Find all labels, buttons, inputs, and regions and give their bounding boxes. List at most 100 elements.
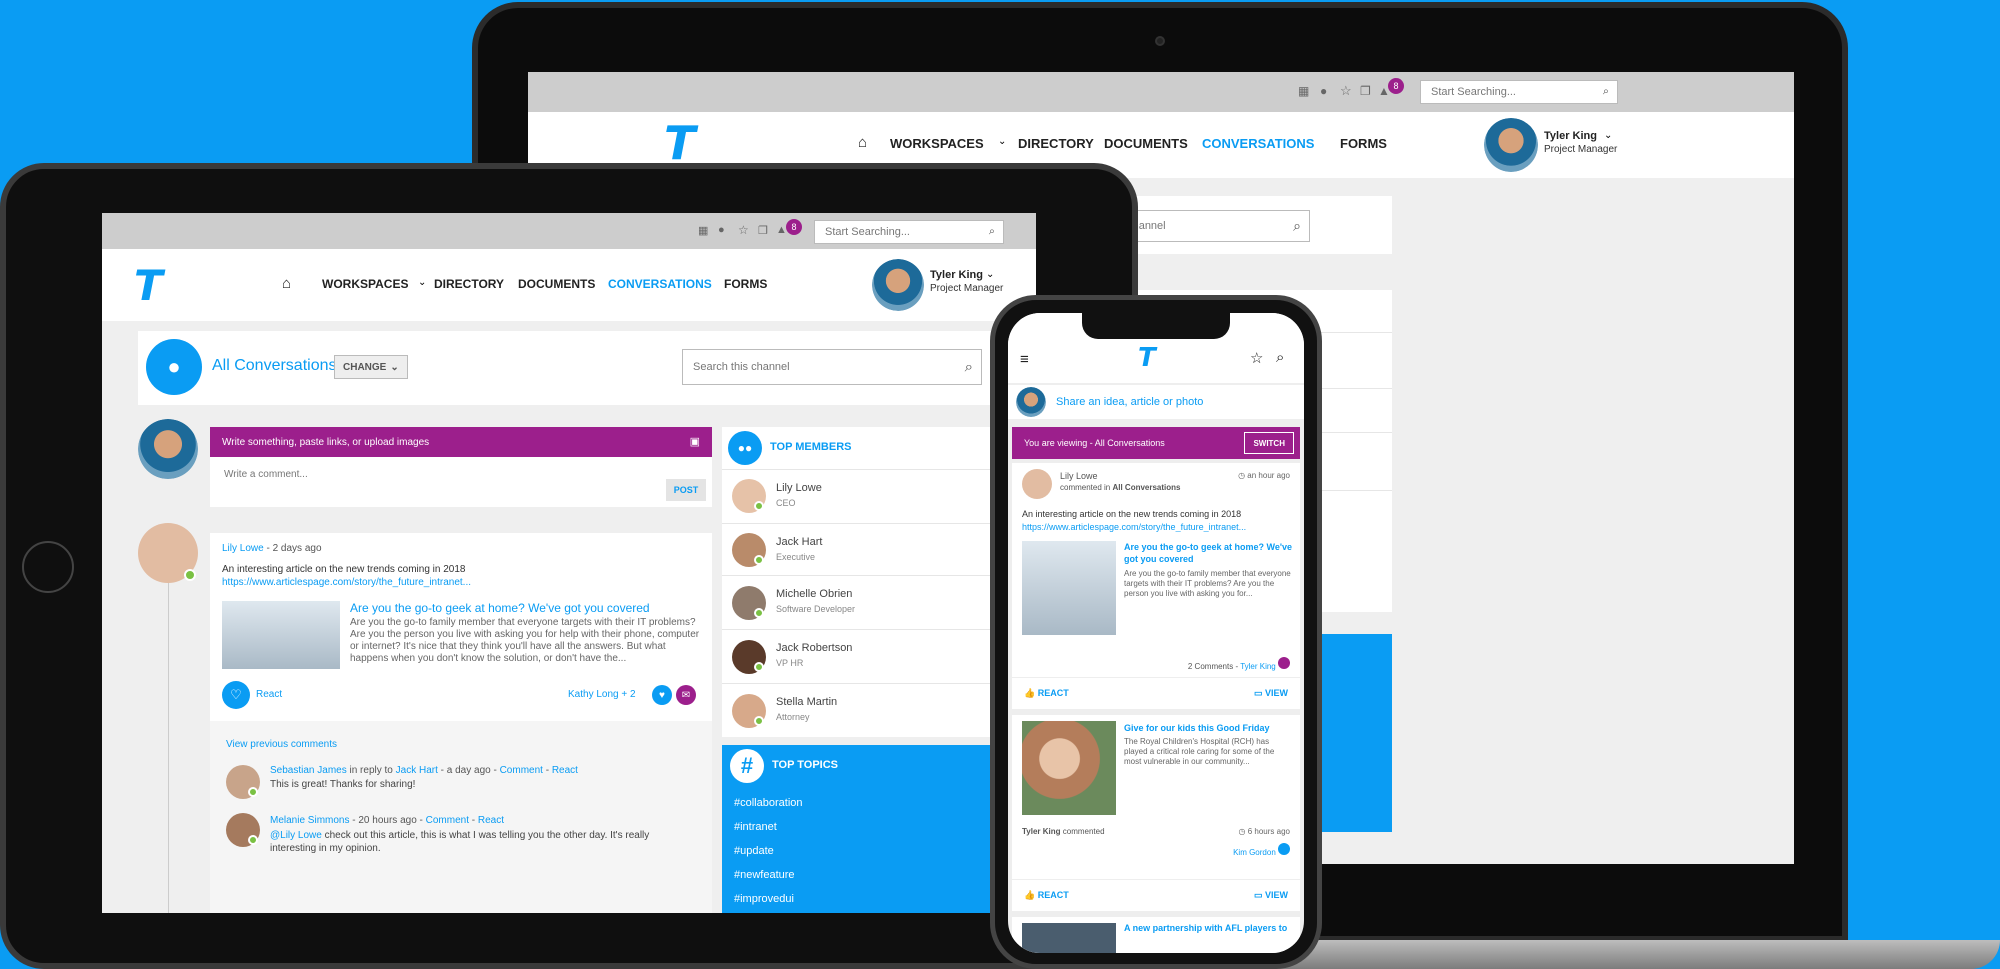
topic-link[interactable]: #newfeature [734, 869, 795, 881]
reply-to-link[interactable]: Jack Hart [396, 765, 438, 776]
comments-meta: 2 Comments - Tyler King [1188, 657, 1290, 671]
logo[interactable]: T [1138, 343, 1156, 373]
logo[interactable]: T [134, 261, 163, 310]
member-name[interactable]: Stella Martin [776, 696, 837, 708]
topic-link[interactable]: #improvedui [734, 893, 794, 905]
react-link[interactable]: React [478, 815, 504, 826]
user-icon[interactable]: ● [718, 224, 725, 236]
article-title-link[interactable]: A new partnership with AFL players to [1124, 923, 1292, 933]
home-icon[interactable]: ⌂ [858, 134, 867, 151]
change-channel-button[interactable]: CHANGE ⌄ [334, 355, 408, 379]
home-icon[interactable]: ⌂ [282, 275, 291, 292]
reactor-link[interactable]: Kim Gordon [1233, 848, 1276, 857]
article-thumbnail[interactable] [222, 601, 340, 669]
article-title-link[interactable]: Give for our kids this Good Friday [1124, 723, 1292, 733]
comment-link[interactable]: Comment [500, 765, 543, 776]
member-role: Executive [776, 552, 816, 562]
post-url-link[interactable]: https://www.articlespage.com/story/the_f… [1022, 522, 1292, 532]
post-url-link[interactable]: https://www.articlespage.com/story/the_f… [222, 577, 471, 588]
switch-button[interactable]: SWITCH [1244, 432, 1294, 454]
user-name[interactable]: Tyler King [1544, 130, 1597, 142]
article-title-link[interactable]: Are you the go-to geek at home? We've go… [350, 601, 700, 615]
hashtag-icon: # [730, 749, 764, 783]
article-thumbnail[interactable] [1022, 721, 1116, 815]
time-text: an hour ago [1247, 471, 1290, 480]
view-button[interactable]: ▭ VIEW [1254, 688, 1288, 699]
topic-link[interactable]: #intranet [734, 821, 777, 833]
post-author-link[interactable]: Lily Lowe [222, 543, 264, 554]
member-row[interactable]: Jack Hart Executive [722, 523, 1036, 575]
global-search-input[interactable]: Start Searching... ⌕ [1420, 80, 1618, 104]
react-button[interactable]: React [256, 689, 282, 700]
member-row[interactable]: Lily Lowe CEO [722, 469, 1036, 523]
react-link[interactable]: React [552, 765, 578, 776]
online-indicator [248, 835, 258, 845]
reactors-link[interactable]: Kathy Long + 2 [568, 689, 636, 700]
comment-input[interactable]: Write a comment... [224, 469, 308, 480]
comment-author-link[interactable]: Melanie Simmons [270, 815, 349, 826]
article-thumbnail[interactable] [1022, 541, 1116, 635]
search-icon[interactable]: ⌕ [989, 226, 995, 239]
mention-link[interactable]: @Lily Lowe [270, 830, 322, 841]
post-button[interactable]: POST [666, 479, 706, 501]
documents-icon[interactable]: ❐ [758, 224, 768, 237]
star-icon[interactable]: ☆ [1340, 83, 1352, 99]
channel-search-input[interactable]: Search this channel ⌕ [682, 349, 982, 385]
member-row[interactable]: Jack Robertson VP HR [722, 629, 1036, 683]
star-icon[interactable]: ☆ [1250, 349, 1263, 367]
nav-conversations[interactable]: CONVERSATIONS [608, 277, 712, 291]
member-row[interactable]: Michelle Obrien Software Developer [722, 575, 1036, 629]
image-upload-icon[interactable]: ▣ [690, 435, 700, 448]
member-row[interactable]: Stella Martin Attorney [722, 683, 1036, 737]
heart-icon[interactable]: ♡ [222, 681, 250, 709]
share-prompt[interactable]: Share an idea, article or photo [1056, 396, 1203, 408]
nav-directory[interactable]: DIRECTORY [1018, 136, 1094, 151]
star-icon[interactable]: ☆ [738, 223, 749, 237]
mobile-post-card: A new partnership with AFL players to [1012, 917, 1300, 953]
nav-documents[interactable]: DOCUMENTS [1104, 136, 1188, 151]
nav-conversations[interactable]: CONVERSATIONS [1202, 136, 1314, 151]
nav-forms[interactable]: FORMS [1340, 136, 1387, 151]
view-previous-comments-link[interactable]: View previous comments [226, 739, 337, 750]
article-thumbnail[interactable] [1022, 923, 1116, 953]
grid-icon[interactable]: ▦ [698, 224, 708, 237]
online-indicator [754, 555, 764, 565]
search-icon[interactable]: ⌕ [965, 359, 973, 376]
commenter-name[interactable]: Tyler King [1022, 827, 1061, 836]
view-button[interactable]: ▭ VIEW [1254, 890, 1288, 901]
user-avatar[interactable] [1484, 118, 1538, 172]
comment-composer[interactable]: Write a comment... POST [210, 457, 712, 507]
nav-forms[interactable]: FORMS [724, 277, 767, 291]
commenter-link[interactable]: Tyler King [1240, 662, 1276, 671]
member-name[interactable]: Jack Hart [776, 536, 822, 548]
topic-link[interactable]: #collaboration [734, 797, 803, 809]
topic-link[interactable]: #update [734, 845, 774, 857]
member-name[interactable]: Lily Lowe [776, 482, 822, 494]
documents-icon[interactable]: ❐ [1360, 84, 1371, 98]
member-name[interactable]: Jack Robertson [776, 642, 852, 654]
nav-workspaces[interactable]: WORKSPACES [322, 277, 408, 291]
nav-directory[interactable]: DIRECTORY [434, 277, 504, 291]
share-bar[interactable]: Share an idea, article or photo [1008, 385, 1304, 419]
grid-icon[interactable]: ▦ [1298, 84, 1309, 98]
comment-author-link[interactable]: Sebastian James [270, 765, 347, 776]
post-author[interactable]: Lily Lowe [1060, 471, 1098, 481]
user-icon[interactable]: ● [1320, 84, 1327, 98]
search-icon[interactable]: ⌕ [1276, 349, 1284, 366]
global-search-input[interactable]: Start Searching... ⌕ [814, 220, 1004, 244]
search-icon[interactable]: ⌕ [1293, 218, 1301, 235]
user-name[interactable]: Tyler King [930, 269, 983, 281]
search-icon[interactable]: ⌕ [1603, 86, 1609, 99]
react-button[interactable]: 👍 REACT [1024, 688, 1069, 699]
member-name[interactable]: Michelle Obrien [776, 588, 852, 600]
composer-prompt[interactable]: Write something, paste links, or upload … [210, 427, 712, 457]
article-title-link[interactable]: Are you the go-to geek at home? We've go… [1124, 541, 1292, 565]
comment-link[interactable]: Comment [426, 815, 469, 826]
menu-icon[interactable]: ≡ [1020, 351, 1029, 368]
user-avatar[interactable] [872, 259, 924, 311]
article-excerpt: The Royal Children's Hospital (RCH) has … [1124, 737, 1275, 766]
react-button[interactable]: 👍 REACT [1024, 890, 1069, 901]
nav-documents[interactable]: DOCUMENTS [518, 277, 595, 291]
logo[interactable]: T [664, 116, 695, 170]
nav-workspaces[interactable]: WORKSPACES [890, 136, 984, 151]
